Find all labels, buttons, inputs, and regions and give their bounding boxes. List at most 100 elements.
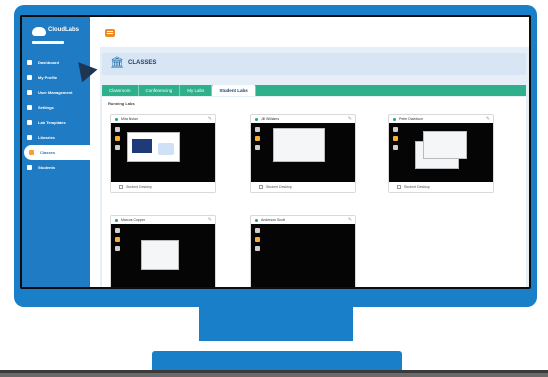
checkbox-icon[interactable] xyxy=(397,185,401,189)
lab-card[interactable]: Anderson Scott ✎ xyxy=(250,215,356,287)
desktop-icons xyxy=(115,127,120,154)
app-window-preview xyxy=(141,240,179,270)
edit-icon[interactable]: ✎ xyxy=(348,217,352,223)
folder-icon xyxy=(115,136,120,141)
folder-icon xyxy=(255,136,260,141)
file-icon xyxy=(115,145,120,150)
monitor-icon xyxy=(27,60,32,65)
card-header: Anderson Scott ✎ xyxy=(251,216,355,224)
logo-text: CloudLabs xyxy=(48,27,79,33)
status-dot xyxy=(393,117,396,121)
lab-card[interactable]: Peter Davidson ✎ Student Desktop xyxy=(388,114,494,193)
app-window: CloudLabs Dashboard My Profile User Mana… xyxy=(22,17,529,287)
edit-icon[interactable]: ✎ xyxy=(208,116,212,122)
running-labs-panel: Running Labs Mira Nolan✎ Student Deskto xyxy=(102,97,526,287)
app-window-preview xyxy=(127,132,180,162)
sidebar-item-classes[interactable]: Classes xyxy=(24,145,90,160)
sidebar: CloudLabs Dashboard My Profile User Mana… xyxy=(22,17,90,287)
logo-underline xyxy=(32,41,64,44)
status-dot xyxy=(115,117,118,121)
monitor-illustration: CloudLabs Dashboard My Profile User Mana… xyxy=(0,0,548,377)
sidebar-item-settings[interactable]: Settings xyxy=(22,100,90,115)
desktop-icons xyxy=(255,127,260,154)
gear-icon xyxy=(27,105,32,110)
folder-icon xyxy=(393,136,398,141)
monitor-screen: CloudLabs Dashboard My Profile User Mana… xyxy=(20,15,531,289)
desktop-icons xyxy=(255,228,260,255)
lab-card[interactable]: Marcus Copper ✎ xyxy=(110,215,216,287)
desktop-preview[interactable] xyxy=(251,123,355,182)
hamburger-menu-button[interactable] xyxy=(105,29,115,37)
card-header: Mira Nolan ✎ xyxy=(111,115,215,123)
card-footer: Student Desktop xyxy=(111,182,215,192)
folder-icon xyxy=(115,237,120,242)
content-area: 🏛 CLASSES Classroom Conferencing My Labs… xyxy=(100,47,529,287)
file-icon xyxy=(393,145,398,150)
trash-icon xyxy=(393,127,398,132)
card-footer: Student Desktop xyxy=(251,182,355,192)
slide-thumbnail xyxy=(132,139,152,153)
edit-icon[interactable]: ✎ xyxy=(486,116,490,122)
desk-edge xyxy=(0,373,548,377)
tab-conferencing[interactable]: Conferencing xyxy=(139,85,181,96)
page-header: 🏛 CLASSES xyxy=(102,53,526,75)
card-footer-label: Student Desktop xyxy=(126,185,152,189)
trash-icon xyxy=(115,127,120,132)
trash-icon xyxy=(255,127,260,132)
tab-bar: Classroom Conferencing My Labs Student L… xyxy=(102,85,526,96)
file-icon xyxy=(115,246,120,251)
lab-card[interactable]: Jill Williams ✎ Student Desktop xyxy=(250,114,356,193)
trash-icon xyxy=(115,228,120,233)
tab-my-labs[interactable]: My Labs xyxy=(180,85,213,96)
desktop-preview[interactable] xyxy=(111,123,215,182)
topbar xyxy=(90,17,529,47)
edit-icon[interactable]: ✎ xyxy=(348,116,352,122)
cloud-icon xyxy=(32,27,46,36)
desktop-icons xyxy=(393,127,398,154)
card-header: Peter Davidson ✎ xyxy=(389,115,493,123)
sidebar-item-label: Libraries xyxy=(38,135,55,140)
app-window-preview xyxy=(423,131,467,159)
sidebar-item-label: Classes xyxy=(40,150,56,155)
main-area: 🏛 CLASSES Classroom Conferencing My Labs… xyxy=(90,17,529,287)
card-student-name: Peter Davidson xyxy=(399,117,423,121)
status-dot xyxy=(115,218,118,222)
desktop-preview[interactable] xyxy=(389,123,493,182)
card-footer-label: Student Desktop xyxy=(266,185,292,189)
student-icon xyxy=(27,165,32,170)
desktop-preview[interactable] xyxy=(251,224,355,287)
file-icon xyxy=(255,145,260,150)
card-footer-label: Student Desktop xyxy=(404,185,430,189)
logo: CloudLabs xyxy=(32,25,84,39)
page-title: CLASSES xyxy=(128,60,157,66)
user-icon xyxy=(27,75,32,80)
sidebar-item-label: My Profile xyxy=(38,75,58,80)
sidebar-item-lab-templates[interactable]: Lab Templates xyxy=(22,115,90,130)
checkbox-icon[interactable] xyxy=(259,185,263,189)
edit-icon[interactable]: ✎ xyxy=(208,217,212,223)
folder-icon xyxy=(255,237,260,242)
template-icon xyxy=(27,120,32,125)
checkbox-icon[interactable] xyxy=(119,185,123,189)
panel-heading: Running Labs xyxy=(108,101,135,106)
library-icon xyxy=(27,135,32,140)
card-student-name: Jill Williams xyxy=(261,117,280,121)
sidebar-item-libraries[interactable]: Libraries xyxy=(22,130,90,145)
sidebar-item-label: Students xyxy=(38,165,56,170)
sidebar-item-label: Lab Templates xyxy=(38,120,66,125)
desktop-preview[interactable] xyxy=(111,224,215,287)
lab-card[interactable]: Mira Nolan ✎ Student Desktop xyxy=(110,114,216,193)
tab-classroom[interactable]: Classroom xyxy=(102,85,139,96)
tab-student-labs[interactable]: Student Labs xyxy=(212,85,256,96)
users-icon xyxy=(27,90,32,95)
sidebar-item-students[interactable]: Students xyxy=(22,160,90,175)
building-icon: 🏛 xyxy=(110,57,124,69)
app-window-preview xyxy=(273,128,325,162)
file-icon xyxy=(255,246,260,251)
card-header: Marcus Copper ✎ xyxy=(111,216,215,224)
card-student-name: Marcus Copper xyxy=(121,218,145,222)
classes-icon xyxy=(29,150,34,155)
card-footer: Student Desktop xyxy=(389,182,493,192)
sidebar-item-user-management[interactable]: User Management xyxy=(22,85,90,100)
status-dot xyxy=(255,117,258,121)
